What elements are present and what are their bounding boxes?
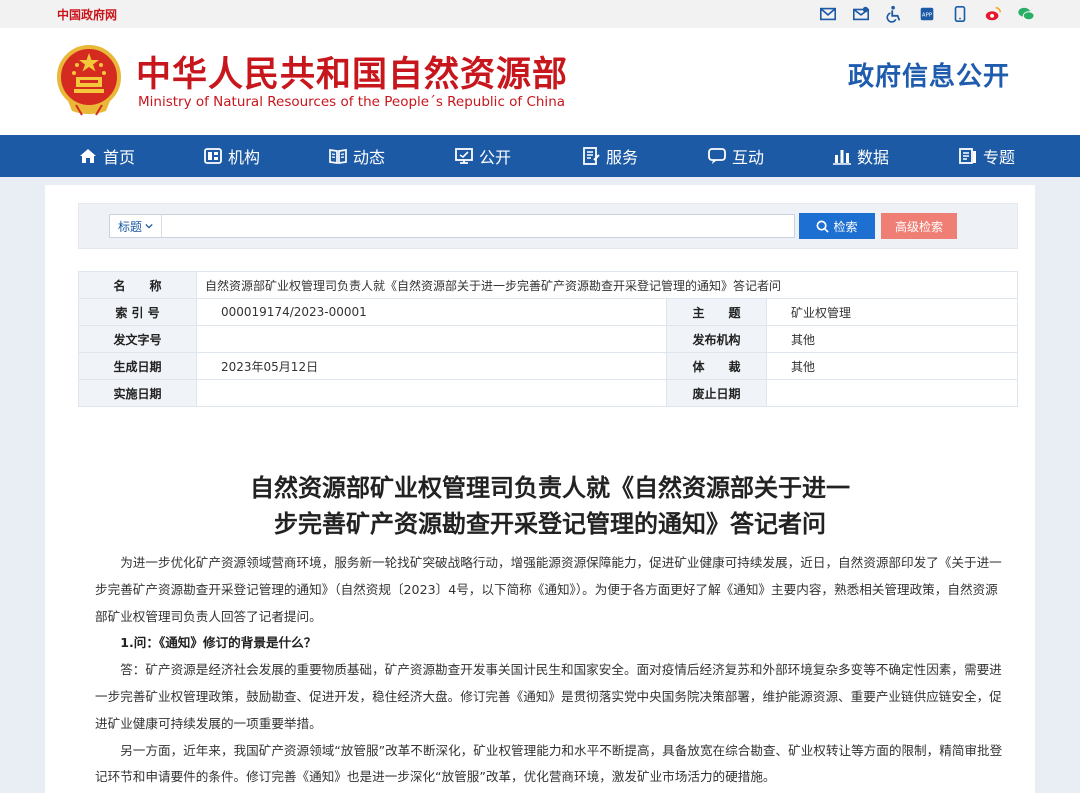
- advanced-search-button[interactable]: 高级检索: [881, 213, 957, 239]
- public-icon: [455, 148, 473, 164]
- meta-value-date: 2023年05月12日: [196, 352, 667, 380]
- topic-icon: [959, 148, 976, 164]
- meta-value-genre: 其他: [766, 352, 1018, 380]
- site-title-en: Ministry of Natural Resources of the Peo…: [138, 94, 566, 110]
- search-scope-label: 标题: [118, 219, 143, 234]
- meta-value-issuer: 其他: [766, 325, 1018, 353]
- search-bar: 标题 检索 高级检索: [78, 203, 1018, 249]
- search-icon: [817, 220, 830, 233]
- nav-item-label: 首页: [103, 148, 136, 167]
- meta-value-subject: 矿业权管理: [766, 298, 1018, 326]
- search-input[interactable]: [160, 215, 790, 237]
- nav-item-label: 动态: [353, 148, 386, 167]
- article-paragraph: 为进一步优化矿产资源领域营商环境，服务新一轮找矿突破战略行动，增强能源资源保障能…: [95, 555, 1002, 624]
- meta-label-expire: 废止日期: [666, 379, 767, 407]
- nav-item-label: 数据: [857, 148, 890, 167]
- section-title: 政府信息公开: [848, 62, 1011, 92]
- weibo-icon[interactable]: [983, 4, 1003, 24]
- meta-label-effective: 实施日期: [78, 379, 197, 407]
- meta-label-genre: 体 裁: [666, 352, 767, 380]
- nav-item-data[interactable]: 数据: [832, 135, 889, 177]
- table-row: 发文字号 发布机构 其他: [78, 325, 1018, 353]
- article-paragraph: 另一方面，近年来，我国矿产资源领域“放管服”改革不断深化，矿业权管理能力和水平不…: [95, 742, 1003, 785]
- meta-value-expire: [766, 379, 1018, 407]
- app-icon[interactable]: APP: [917, 4, 937, 24]
- article-title-line: 自然资源部矿业权管理司负责人就《自然资源部关于进一: [250, 474, 850, 502]
- national-emblem-logo[interactable]: [56, 43, 122, 117]
- chat-icon: [708, 148, 726, 164]
- search-field: 标题: [109, 214, 795, 238]
- nav-item-label: 专题: [983, 148, 1016, 167]
- nav-item-label: 公开: [479, 148, 512, 167]
- meta-value-index: 000019174/2023-00001: [196, 298, 667, 326]
- meta-value-docno: [196, 325, 667, 353]
- search-button-label: 检索: [833, 219, 858, 234]
- gov-portal-link[interactable]: 中国政府网: [57, 6, 117, 23]
- mail-icon[interactable]: [818, 4, 838, 24]
- home-icon: [80, 149, 96, 163]
- nav-item-public[interactable]: 公开: [454, 135, 511, 177]
- nav-item-service[interactable]: 服务: [581, 135, 638, 177]
- search-button[interactable]: 检索: [799, 213, 875, 239]
- nav-item-org[interactable]: 机构: [203, 135, 260, 177]
- service-icon: [583, 147, 600, 165]
- nav-item-label: 机构: [228, 148, 261, 167]
- nav-item-home[interactable]: 首页: [78, 135, 135, 177]
- top-icons: APP: [818, 4, 1036, 24]
- site-header: 中华人民共和国自然资源部 Ministry of Natural Resourc…: [0, 28, 1080, 135]
- meta-label-subject: 主 题: [666, 298, 767, 326]
- site-title-cn: 中华人民共和国自然资源部: [136, 55, 569, 95]
- article-title: 自然资源部矿业权管理司负责人就《自然资源部关于进一 步完善矿产资源勘查开采登记管…: [95, 470, 1005, 542]
- article-paragraph: 答：矿产资源是经济社会发展的重要物质基础，矿产资源勘查开发事关国计民生和国家安全…: [95, 662, 1002, 731]
- nav-item-label: 互动: [732, 148, 765, 167]
- data-icon: [833, 150, 851, 165]
- meta-value-effective: [196, 379, 667, 407]
- chevron-down-icon: [145, 223, 153, 229]
- search-scope-select[interactable]: 标题: [110, 215, 163, 237]
- mailbox-icon[interactable]: [851, 4, 871, 24]
- wechat-icon[interactable]: [1016, 4, 1036, 24]
- article-body: 为进一步优化矿产资源领域营商环境，服务新一轮找矿突破战略行动，增强能源资源保障能…: [95, 550, 1005, 791]
- table-row: 实施日期 废止日期: [78, 379, 1018, 407]
- nav-item-news[interactable]: 动态: [328, 135, 385, 177]
- meta-label-index: 索 引 号: [78, 298, 197, 326]
- org-icon: [204, 148, 222, 164]
- table-row: 索 引 号 000019174/2023-00001 主 题 矿业权管理: [78, 298, 1018, 326]
- top-bar: 中国政府网 APP: [0, 0, 1080, 28]
- nav-item-interact[interactable]: 互动: [707, 135, 764, 177]
- nav-item-topic[interactable]: 专题: [958, 135, 1015, 177]
- nav-item-label: 服务: [606, 148, 639, 167]
- svg-text:APP: APP: [922, 13, 933, 19]
- article-question: 1.问：《通知》修订的背景是什么？: [120, 635, 317, 651]
- accessibility-icon[interactable]: [884, 4, 904, 24]
- meta-label-docno: 发文字号: [78, 325, 197, 353]
- meta-label-name: 名 称: [78, 271, 197, 299]
- mobile-icon[interactable]: [950, 4, 970, 24]
- meta-label-issuer: 发布机构: [666, 325, 767, 353]
- table-row: 生成日期 2023年05月12日 体 裁 其他: [78, 352, 1018, 380]
- table-row: 名 称 自然资源部矿业权管理司负责人就《自然资源部关于进一步完善矿产资源勘查开采…: [78, 271, 1018, 299]
- meta-label-date: 生成日期: [78, 352, 197, 380]
- article-title-line: 步完善矿产资源勘查开采登记管理的通知》答记者问: [274, 510, 826, 538]
- document-meta-table: 名 称 自然资源部矿业权管理司负责人就《自然资源部关于进一步完善矿产资源勘查开采…: [78, 271, 1018, 407]
- main-nav: 首页 机构 动态 公开 服务 互动 数据 专题: [0, 135, 1080, 177]
- meta-value-name: 自然资源部矿业权管理司负责人就《自然资源部关于进一步完善矿产资源勘查开采登记管理…: [196, 271, 1018, 299]
- news-icon: [329, 149, 347, 164]
